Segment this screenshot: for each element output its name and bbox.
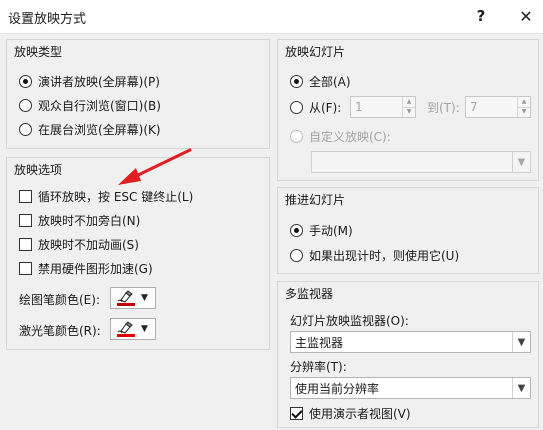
- all-slides-option[interactable]: 全部(A): [290, 72, 351, 90]
- slides-group: 放映幻灯片 全部(A) 从(F): 1 ▲ ▼ 到(T): 7 ▲ ▼ 自定义放…: [277, 39, 539, 181]
- presenter-label: 演讲者放映(全屏幕)(P): [38, 74, 160, 89]
- disable-hw-accel-checkbox[interactable]: [19, 261, 32, 275]
- pen-color-row: 绘图笔颜色(E):: [19, 290, 100, 308]
- disable-hw-accel-option[interactable]: 禁用硬件图形加速(G): [19, 259, 153, 277]
- all-slides-label: 全部(A): [309, 74, 351, 89]
- presenter-view-option[interactable]: 使用演示者视图(V): [290, 404, 411, 422]
- slides-title: 放映幻灯片: [285, 45, 346, 59]
- all-slides-radio[interactable]: [290, 74, 303, 88]
- show-type-title: 放映类型: [14, 45, 63, 59]
- resolution-label: 分辨率(T):: [290, 359, 347, 374]
- pen-color-label: 绘图笔颜色(E):: [19, 292, 100, 307]
- to-value[interactable]: 7: [466, 97, 517, 117]
- loop-checkbox[interactable]: [19, 189, 32, 203]
- laser-color-button[interactable]: ▼: [110, 318, 156, 340]
- pen-color-icon: [117, 290, 135, 306]
- laser-color-icon: [117, 321, 135, 337]
- audience-label: 观众自行浏览(窗口)(B): [38, 98, 161, 113]
- show-type-kiosk-option[interactable]: 在展台浏览(全屏幕)(K): [19, 120, 161, 138]
- show-options-title: 放映选项: [14, 163, 63, 177]
- no-narration-label: 放映时不加旁白(N): [38, 213, 141, 228]
- no-animation-option[interactable]: 放映时不加动画(S): [19, 235, 139, 253]
- laser-color-row: 激光笔颜色(R):: [19, 321, 101, 339]
- spin-up-icon[interactable]: ▲: [518, 97, 530, 108]
- from-spinner[interactable]: 1 ▲ ▼: [350, 96, 416, 118]
- from-slides-option[interactable]: 从(F):: [290, 98, 341, 116]
- audience-radio[interactable]: [19, 98, 32, 112]
- chevron-down-icon[interactable]: ▼: [512, 152, 530, 172]
- disable-hw-accel-label: 禁用硬件图形加速(G): [38, 261, 153, 276]
- loop-label: 循环放映，按 ESC 键终止(L): [38, 189, 194, 204]
- custom-show-select[interactable]: ▼: [311, 151, 531, 173]
- to-spin-arrows[interactable]: ▲ ▼: [517, 97, 530, 117]
- presenter-view-label: 使用演示者视图(V): [309, 406, 411, 421]
- advance-title: 推进幻灯片: [285, 193, 346, 207]
- monitor-select[interactable]: 主监视器 ▼: [290, 331, 531, 353]
- presenter-view-checkbox[interactable]: [290, 406, 303, 420]
- chevron-down-icon[interactable]: ▼: [512, 332, 530, 352]
- dialog-title: 设置放映方式: [8, 12, 87, 27]
- manual-option[interactable]: 手动(M): [290, 221, 353, 239]
- resolution-select[interactable]: 使用当前分辨率 ▼: [290, 377, 531, 399]
- presenter-radio[interactable]: [19, 74, 32, 88]
- resolution-value: 使用当前分辨率: [295, 381, 380, 396]
- no-animation-label: 放映时不加动画(S): [38, 237, 139, 252]
- manual-label: 手动(M): [309, 223, 353, 238]
- from-label: 从(F):: [309, 100, 342, 115]
- spin-down-icon[interactable]: ▼: [403, 108, 415, 118]
- help-button[interactable]: ?: [468, 4, 494, 28]
- resolution-label-row: 分辨率(T):: [290, 357, 347, 375]
- chevron-down-icon: ▼: [141, 324, 148, 334]
- spin-up-icon[interactable]: ▲: [403, 97, 415, 108]
- to-row: 到(T):: [427, 98, 460, 116]
- to-spinner[interactable]: 7 ▲ ▼: [465, 96, 531, 118]
- spin-down-icon[interactable]: ▼: [518, 108, 530, 118]
- kiosk-label: 在展台浏览(全屏幕)(K): [38, 122, 161, 137]
- no-narration-option[interactable]: 放映时不加旁白(N): [19, 211, 140, 229]
- kiosk-radio[interactable]: [19, 122, 32, 136]
- monitor-label: 幻灯片放映监视器(O):: [290, 313, 409, 328]
- to-label: 到(T):: [427, 100, 460, 115]
- chevron-down-icon[interactable]: ▼: [512, 378, 530, 398]
- no-animation-checkbox[interactable]: [19, 237, 32, 251]
- chevron-down-icon: ▼: [141, 293, 148, 303]
- show-type-group: 放映类型 演讲者放映(全屏幕)(P) 观众自行浏览(窗口)(B) 在展台浏览(全…: [6, 39, 270, 149]
- custom-show-label: 自定义放映(C):: [309, 129, 391, 144]
- advance-group: 推进幻灯片 手动(M) 如果出现计时，则使用它(U): [277, 187, 539, 274]
- title-bar: 设置放映方式 ? ✕: [0, 0, 543, 34]
- show-type-audience-option[interactable]: 观众自行浏览(窗口)(B): [19, 96, 161, 114]
- custom-show-option[interactable]: 自定义放映(C):: [290, 127, 391, 145]
- monitors-group: 多监视器 幻灯片放映监视器(O): 主监视器 ▼ 分辨率(T): 使用当前分辨率…: [277, 281, 539, 428]
- from-spin-arrows[interactable]: ▲ ▼: [402, 97, 415, 117]
- loop-option[interactable]: 循环放映，按 ESC 键终止(L): [19, 187, 193, 205]
- custom-show-radio[interactable]: [290, 129, 303, 143]
- use-timing-option[interactable]: 如果出现计时，则使用它(U): [290, 246, 459, 264]
- show-options-group: 放映选项 循环放映，按 ESC 键终止(L) 放映时不加旁白(N) 放映时不加动…: [6, 157, 270, 350]
- manual-radio[interactable]: [290, 223, 303, 237]
- close-button[interactable]: ✕: [513, 4, 539, 28]
- use-timing-radio[interactable]: [290, 248, 303, 262]
- monitor-label-row: 幻灯片放映监视器(O):: [290, 311, 409, 329]
- pen-color-button[interactable]: ▼: [110, 287, 156, 309]
- show-type-presenter-option[interactable]: 演讲者放映(全屏幕)(P): [19, 72, 160, 90]
- monitors-title: 多监视器: [285, 287, 334, 301]
- laser-color-label: 激光笔颜色(R):: [19, 323, 101, 338]
- from-value[interactable]: 1: [351, 97, 402, 117]
- no-narration-checkbox[interactable]: [19, 213, 32, 227]
- monitor-value: 主监视器: [295, 335, 344, 350]
- use-timing-label: 如果出现计时，则使用它(U): [309, 248, 460, 263]
- from-slides-radio[interactable]: [290, 100, 303, 114]
